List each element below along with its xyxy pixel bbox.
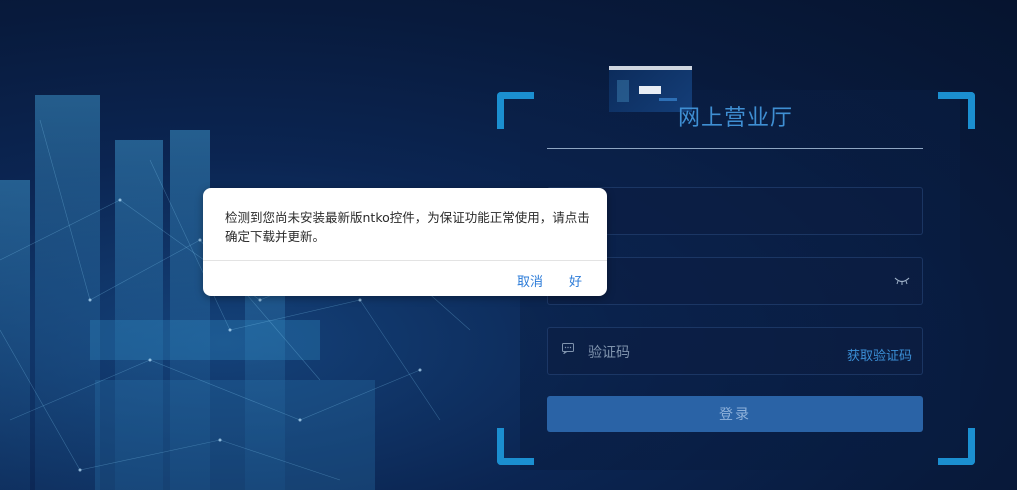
corner-bracket-top-right: [938, 92, 975, 129]
title-divider: [547, 148, 923, 149]
corner-bracket-top-left: [497, 92, 534, 129]
alert-dialog: 检测到您尚未安装最新版ntko控件，为保证功能正常使用，请点击确定下载并更新。 …: [203, 188, 607, 296]
get-code-link[interactable]: 获取验证码: [847, 345, 912, 364]
page-title: 网上营业厅: [677, 106, 793, 131]
eye-closed-icon[interactable]: [894, 274, 910, 288]
dialog-message: 检测到您尚未安装最新版ntko控件，为保证功能正常使用，请点击确定下载并更新。: [225, 210, 590, 244]
login-button[interactable]: 登录: [547, 396, 923, 432]
corner-bracket-bottom-right: [938, 428, 975, 465]
verification-code-field[interactable]: 验证码 获取验证码: [547, 327, 923, 375]
cancel-button[interactable]: 取消: [517, 271, 543, 290]
message-icon: [562, 343, 574, 358]
ok-button[interactable]: 好: [569, 271, 582, 290]
dialog-divider: [203, 260, 607, 261]
verification-code-placeholder: 验证码: [588, 345, 630, 361]
corner-bracket-bottom-left: [497, 428, 534, 465]
